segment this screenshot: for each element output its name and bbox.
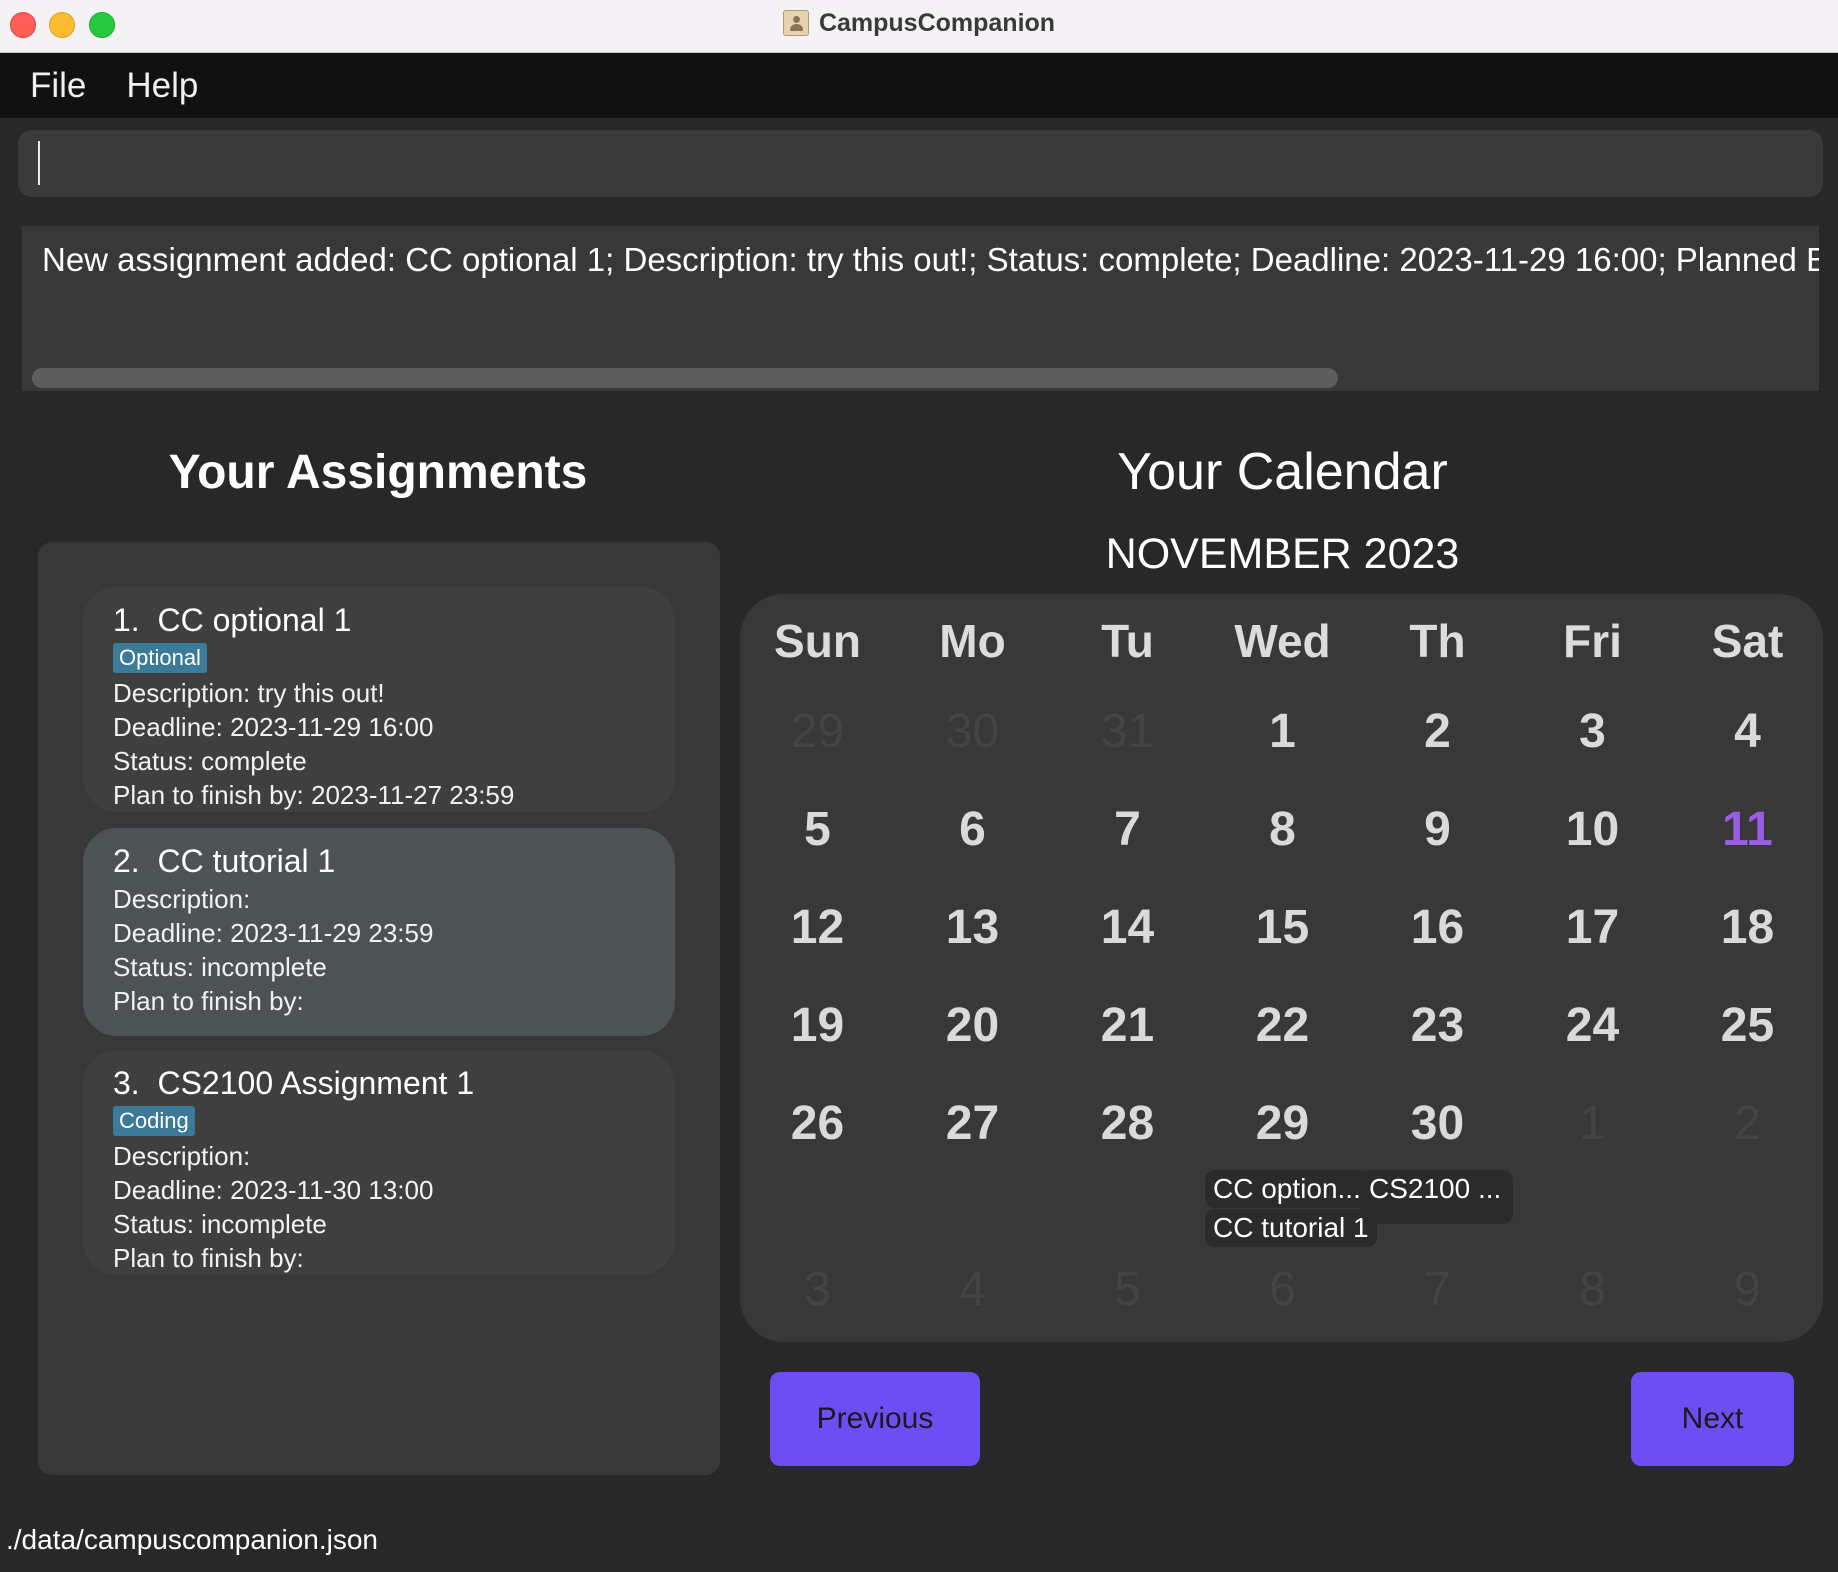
calendar-day-next-month[interactable]: 9 (1670, 1262, 1825, 1317)
assignment-index: 3. (113, 1065, 140, 1101)
assignment-name: CS2100 Assignment 1 (157, 1065, 475, 1101)
app-icon (782, 10, 809, 36)
calendar-day-next-month[interactable]: 1 (1515, 1096, 1670, 1151)
calendar-day[interactable]: 17 (1515, 900, 1670, 955)
calendar-day[interactable]: 6 (895, 802, 1050, 857)
calendar-day[interactable]: 14 (1050, 900, 1205, 955)
calendar-day[interactable]: 26 (740, 1096, 895, 1151)
calendar-day[interactable]: 7 (1050, 802, 1205, 857)
weekday-sat: Sat (1711, 615, 1784, 667)
calendar-day[interactable]: 9 (1360, 802, 1515, 857)
calendar-day-prev-month[interactable]: 30 (895, 704, 1050, 759)
calendar-day[interactable]: 12 (740, 900, 895, 955)
calendar-day[interactable]: 10 (1515, 802, 1670, 857)
calendar-event[interactable]: CC option... (1205, 1170, 1369, 1208)
calendar-day-prev-month[interactable]: 29 (740, 704, 895, 759)
calendar-month-label: NOVEMBER 2023 (1105, 530, 1460, 578)
assignment-card[interactable]: 3. CS2100 Assignment 1 Coding Descriptio… (83, 1050, 675, 1275)
calendar-day-next-month[interactable]: 7 (1360, 1262, 1515, 1317)
weekday-fri: Fri (1563, 615, 1622, 667)
next-month-button[interactable]: Next (1631, 1372, 1794, 1466)
calendar-heading: Your Calendar (1117, 443, 1448, 501)
calendar-day-next-month[interactable]: 2 (1670, 1096, 1825, 1151)
calendar-day[interactable]: 27 (895, 1096, 1050, 1151)
assignment-plan: Plan to finish by: (113, 1243, 304, 1273)
calendar-day[interactable]: 23 (1360, 998, 1515, 1053)
calendar-day[interactable]: 16 (1360, 900, 1515, 955)
menu-help[interactable]: Help (100, 66, 212, 106)
previous-month-button[interactable]: Previous (770, 1372, 980, 1466)
weekday-sun: Sun (774, 615, 861, 667)
assignment-index: 1. (113, 602, 140, 638)
assignment-card-selected[interactable]: 2. CC tutorial 1 Description: Deadline: … (83, 828, 675, 1036)
calendar-day[interactable]: 19 (740, 998, 895, 1053)
horizontal-scrollbar[interactable] (32, 368, 1338, 388)
assignment-title: 1. CC optional 1 (113, 599, 645, 641)
calendar-day[interactable]: 25 (1670, 998, 1825, 1053)
calendar-event[interactable]: CC tutorial 1 (1205, 1209, 1377, 1247)
assignment-card[interactable]: 1. CC optional 1 Optional Description: t… (83, 587, 675, 812)
assignment-title: 3. CS2100 Assignment 1 (113, 1062, 645, 1104)
assignment-status: Status: complete (113, 746, 307, 776)
command-input[interactable] (18, 130, 1823, 197)
calendar-day[interactable]: 3 (1515, 704, 1670, 759)
assignment-tag: Coding (113, 1106, 195, 1136)
assignment-name: CC optional 1 (157, 602, 352, 638)
assignment-plan: Plan to finish by: 2023-11-27 23:59 (113, 780, 515, 810)
result-display[interactable]: New assignment added: CC optional 1; Des… (22, 226, 1819, 391)
calendar-day[interactable]: 1 (1205, 704, 1360, 759)
weekday-thu: Th (1409, 615, 1466, 667)
window-title-bar: CampusCompanion (0, 0, 1838, 53)
assignments-heading: Your Assignments (168, 446, 588, 499)
result-message: New assignment added: CC optional 1; Des… (42, 241, 1819, 278)
calendar-day[interactable]: 29 (1205, 1096, 1360, 1151)
menu-file[interactable]: File (0, 66, 100, 106)
assignment-deadline: Deadline: 2023-11-30 13:00 (113, 1175, 434, 1205)
assignment-title: 2. CC tutorial 1 (113, 840, 645, 882)
calendar-day-prev-month[interactable]: 31 (1050, 704, 1205, 759)
calendar-day[interactable]: 8 (1205, 802, 1360, 857)
assignment-status: Status: incomplete (113, 952, 327, 982)
window-title: CampusCompanion (818, 8, 1056, 37)
calendar-day[interactable]: 4 (1670, 704, 1825, 759)
calendar-day-next-month[interactable]: 5 (1050, 1262, 1205, 1317)
weekday-mon: Mo (939, 615, 1006, 667)
calendar-day[interactable]: 18 (1670, 900, 1825, 955)
assignment-description: Description: (113, 884, 251, 914)
calendar-day[interactable]: 2 (1360, 704, 1515, 759)
assignment-name: CC tutorial 1 (157, 843, 336, 879)
calendar-day-next-month[interactable]: 8 (1515, 1262, 1670, 1317)
calendar-day-next-month[interactable]: 4 (895, 1262, 1050, 1317)
assignment-list[interactable]: 1. CC optional 1 Optional Description: t… (38, 542, 720, 1475)
assignment-status: Status: incomplete (113, 1209, 327, 1239)
text-caret (38, 141, 40, 185)
status-bar-file-path: ./data/campuscompanion.json (6, 1524, 378, 1555)
calendar-day-next-month[interactable]: 3 (740, 1262, 895, 1317)
menu-bar: File Help (0, 53, 1838, 118)
calendar-day[interactable]: 20 (895, 998, 1050, 1053)
assignment-deadline: Deadline: 2023-11-29 23:59 (113, 918, 434, 948)
calendar-event[interactable]: CS2100 ... (1361, 1170, 1513, 1224)
calendar-day[interactable]: 15 (1205, 900, 1360, 955)
assignment-index: 2. (113, 843, 140, 879)
calendar-day[interactable]: 13 (895, 900, 1050, 955)
assignment-description: Description: try this out! (113, 678, 385, 708)
assignment-tag: Optional (113, 643, 207, 673)
calendar-day[interactable]: 22 (1205, 998, 1360, 1053)
assignment-plan: Plan to finish by: (113, 986, 304, 1016)
calendar-day[interactable]: 28 (1050, 1096, 1205, 1151)
calendar-day[interactable]: 5 (740, 802, 895, 857)
assignment-deadline: Deadline: 2023-11-29 16:00 (113, 712, 434, 742)
calendar-day-today[interactable]: 11 (1670, 802, 1825, 857)
calendar-day[interactable]: 24 (1515, 998, 1670, 1053)
calendar-day-next-month[interactable]: 6 (1205, 1262, 1360, 1317)
assignment-description: Description: (113, 1141, 251, 1171)
weekday-wed: Wed (1234, 615, 1331, 667)
calendar-day[interactable]: 21 (1050, 998, 1205, 1053)
window-title-area: CampusCompanion (0, 0, 1838, 46)
calendar-day[interactable]: 30 (1360, 1096, 1515, 1151)
calendar-grid: Sun Mo Tu Wed Th Fri Sat 29 30 31 1 2 3 … (740, 594, 1823, 1342)
weekday-tue: Tu (1101, 615, 1154, 667)
